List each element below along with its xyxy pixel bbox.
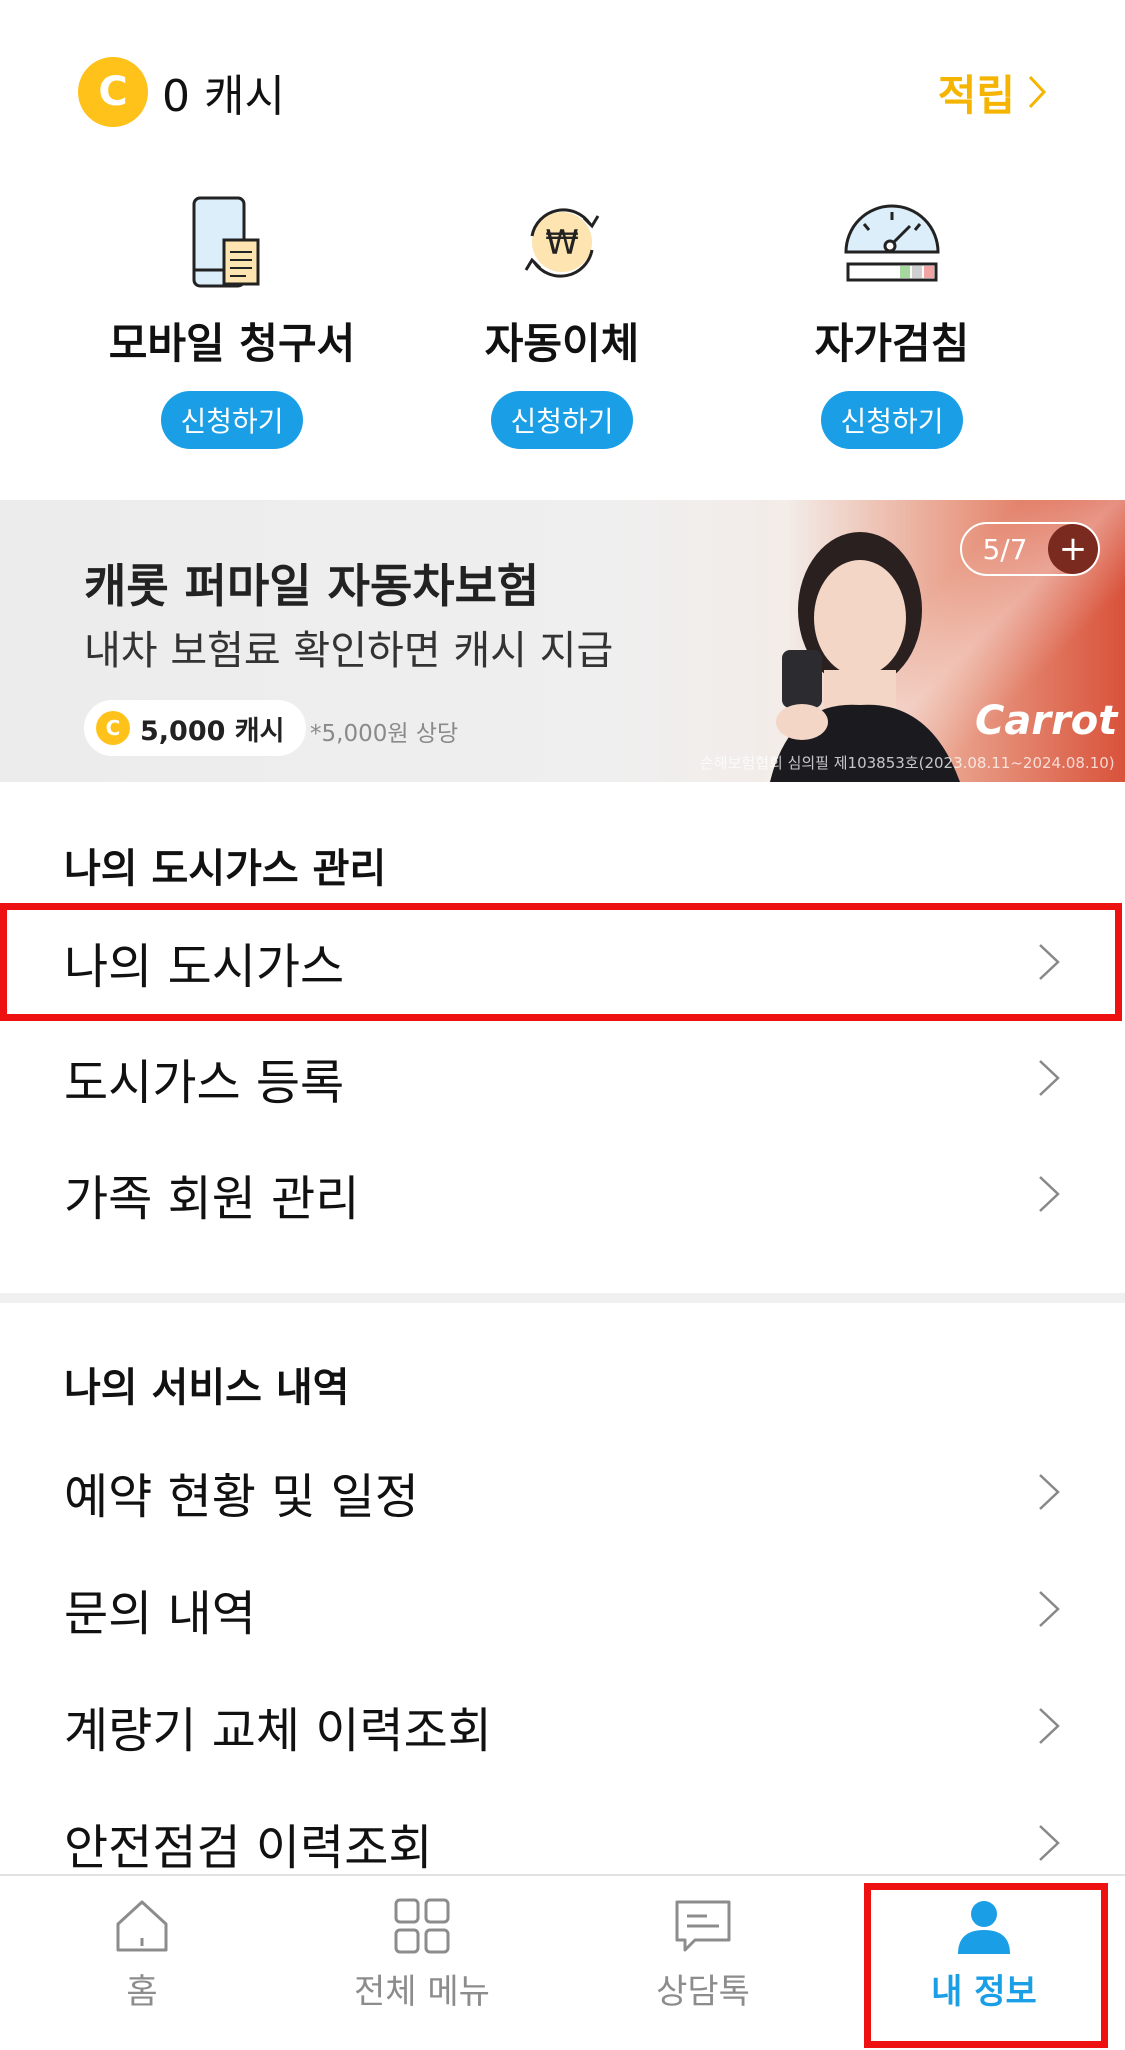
- promo-banner[interactable]: 캐롯 퍼마일 자동차보험 내차 보험료 확인하면 캐시 지급 C 5,000 캐…: [0, 500, 1125, 782]
- chat-icon: [675, 1900, 731, 1952]
- cash-balance: C 0 캐시: [78, 57, 285, 127]
- service-title: 모바일 청구서: [108, 319, 356, 368]
- apply-button[interactable]: 신청하기: [491, 391, 633, 449]
- home-icon: [116, 1900, 168, 1952]
- banner-model-image: [770, 532, 960, 782]
- highlight-box: [0, 903, 1122, 1021]
- tab-label: 상담톡: [656, 1972, 750, 2012]
- svg-text:₩: ₩: [545, 223, 579, 263]
- list-item-label: 계량기 교체 이력조회: [64, 1703, 492, 1759]
- earn-label: 적립: [937, 70, 1015, 120]
- chevron-right-icon: [1039, 1708, 1060, 1744]
- carrot-logo: Carrot: [975, 698, 1118, 744]
- chevron-right-icon: [1039, 1060, 1060, 1096]
- tab-label: 홈: [126, 1972, 158, 2012]
- cash-coin-icon: C: [96, 711, 130, 745]
- apply-button[interactable]: 신청하기: [161, 391, 303, 449]
- service-title: 자가검침: [814, 319, 970, 368]
- list-item-label: 도시가스 등록: [64, 1055, 345, 1111]
- list-item-reservations[interactable]: 예약 현황 및 일정: [0, 1434, 1125, 1550]
- tab-label: 전체 메뉴: [354, 1972, 490, 2012]
- mobile-bill-icon: [192, 196, 260, 288]
- pager-count: 5/7: [982, 532, 1028, 566]
- earn-button[interactable]: 적립: [938, 62, 1047, 123]
- chevron-right-icon: [1039, 1474, 1060, 1510]
- list-item-meter-history[interactable]: 계량기 교체 이력조회: [0, 1668, 1125, 1784]
- list-item-gas-register[interactable]: 도시가스 등록: [0, 1020, 1125, 1136]
- reward-badge: C 5,000 캐시: [84, 700, 307, 756]
- list-item-label: 가족 회원 관리: [64, 1171, 360, 1227]
- chevron-right-icon: [1039, 1176, 1060, 1212]
- list-item-label: 안전점검 이력조회: [64, 1820, 433, 1876]
- service-auto-transfer[interactable]: ₩ 자동이체 신청하기: [412, 190, 712, 449]
- cash-bar: C 0 캐시 적립: [78, 52, 1047, 132]
- reward-note: *5,000원 상당: [310, 721, 459, 747]
- service-mobile-bill[interactable]: 모바일 청구서 신청하기: [82, 190, 382, 449]
- section-divider: [0, 1293, 1125, 1303]
- list-item-family-members[interactable]: 가족 회원 관리: [0, 1136, 1125, 1252]
- tab-home[interactable]: 홈: [2, 1896, 282, 2013]
- section-title-service-history: 나의 서비스 내역: [64, 1365, 350, 1411]
- list-item-label: 예약 현황 및 일정: [64, 1469, 419, 1525]
- service-self-meter[interactable]: 자가검침 신청하기: [742, 190, 1042, 449]
- service-shortcuts: 모바일 청구서 신청하기 ₩ 자동이체 신청하기 자가검침 신청하기: [0, 190, 1125, 450]
- auto-transfer-icon: ₩: [524, 208, 600, 278]
- tab-all-menu[interactable]: 전체 메뉴: [282, 1896, 562, 2013]
- service-title: 자동이체: [484, 319, 640, 368]
- banner-subtitle: 내차 보험료 확인하면 캐시 지급: [84, 628, 614, 674]
- tab-chat[interactable]: 상담톡: [563, 1896, 843, 2013]
- plus-icon[interactable]: +: [1048, 524, 1098, 574]
- highlight-box: [864, 1883, 1108, 2048]
- banner-pager[interactable]: 5/7 +: [960, 522, 1100, 576]
- chevron-right-icon: [1039, 1591, 1060, 1627]
- banner-disclaimer: 손해보험협회 심의필 제103853호(2023.08.11~2024.08.1…: [700, 754, 1115, 772]
- cash-amount: 0 캐시: [162, 71, 285, 122]
- list-item-label: 문의 내역: [64, 1586, 256, 1642]
- cash-coin-icon: C: [78, 57, 148, 127]
- chevron-right-icon: [1028, 75, 1047, 109]
- self-meter-icon: [844, 204, 940, 282]
- section-title-gas-management: 나의 도시가스 관리: [64, 846, 387, 892]
- reward-amount: 5,000 캐시: [140, 715, 285, 747]
- banner-title: 캐롯 퍼마일 자동차보험: [84, 559, 540, 613]
- chevron-right-icon: [1039, 1825, 1060, 1861]
- list-item-inquiries[interactable]: 문의 내역: [0, 1551, 1125, 1667]
- apply-button[interactable]: 신청하기: [821, 391, 963, 449]
- grid-menu-icon: [394, 1898, 450, 1954]
